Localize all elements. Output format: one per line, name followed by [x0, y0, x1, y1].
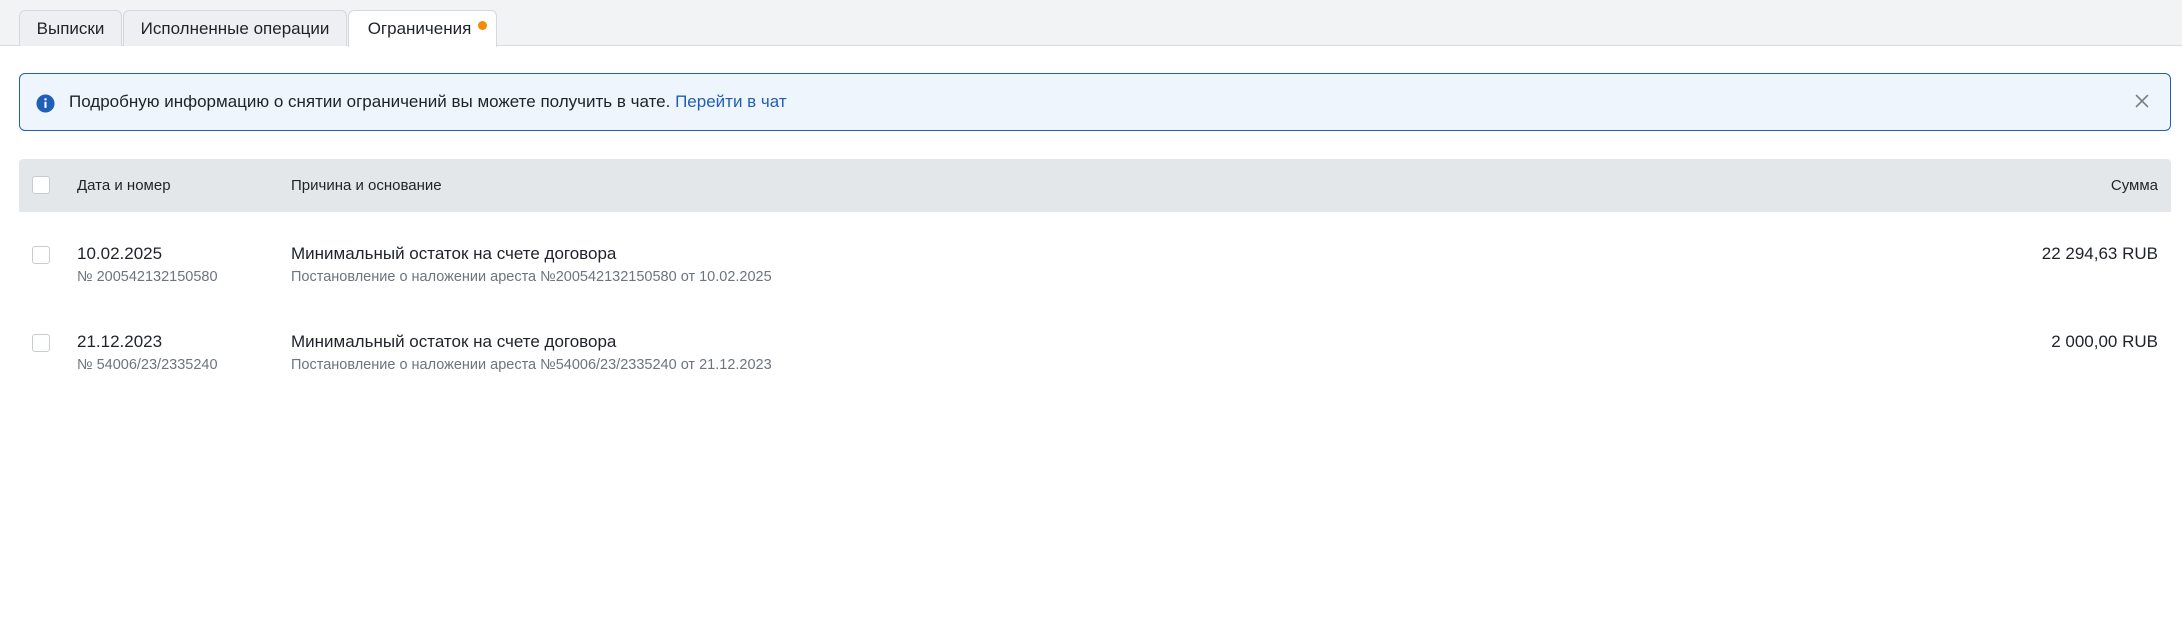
table-row[interactable]: 10.02.2025 № 200542132150580 Минимальный… [19, 212, 2171, 300]
go-to-chat-link[interactable]: Перейти в чат [675, 92, 787, 111]
tab-executed-operations[interactable]: Исполненные операции [123, 10, 347, 46]
close-icon[interactable] [2132, 91, 2152, 111]
notification-dot [478, 21, 487, 30]
row-checkbox[interactable] [32, 334, 50, 352]
restrictions-page: Выписки Исполненные операции Ограничения… [0, 0, 2182, 623]
row-date: 21.12.2023 [77, 332, 163, 351]
info-icon [36, 94, 55, 113]
column-header-date: Дата и номер [77, 177, 171, 194]
column-header-reason: Причина и основание [291, 177, 442, 194]
tab-label: Выписки [36, 18, 105, 38]
table-header: Дата и номер Причина и основание Сумма [19, 159, 2171, 212]
tab-restrictions[interactable]: Ограничения [348, 10, 497, 47]
banner-text: Подробную информацию о снятии ограничени… [69, 92, 671, 111]
row-amount: 22 294,63 RUB [2041, 244, 2158, 263]
select-all-checkbox[interactable] [32, 176, 50, 194]
banner-message: Подробную информацию о снятии ограничени… [69, 92, 787, 112]
row-reason: Минимальный остаток на счете договора [291, 244, 617, 263]
tab-bar: Выписки Исполненные операции Ограничения [0, 0, 2182, 47]
row-basis: Постановление о наложении ареста №200542… [291, 269, 772, 285]
tab-label: Исполненные операции [140, 18, 330, 38]
row-basis: Постановление о наложении ареста №54006/… [291, 357, 772, 373]
column-header-amount: Сумма [2110, 177, 2158, 194]
row-number: № 54006/23/2335240 [77, 357, 218, 373]
tab-label: Ограничения [367, 19, 472, 38]
table-row[interactable]: 21.12.2023 № 54006/23/2335240 Минимальны… [19, 300, 2171, 388]
row-reason: Минимальный остаток на счете договора [291, 332, 617, 351]
info-banner: Подробную информацию о снятии ограничени… [19, 73, 2171, 131]
row-number: № 200542132150580 [77, 269, 218, 285]
row-date: 10.02.2025 [77, 244, 163, 263]
tab-statements[interactable]: Выписки [19, 10, 122, 46]
row-checkbox[interactable] [32, 246, 50, 264]
row-amount: 2 000,00 RUB [2051, 332, 2158, 351]
